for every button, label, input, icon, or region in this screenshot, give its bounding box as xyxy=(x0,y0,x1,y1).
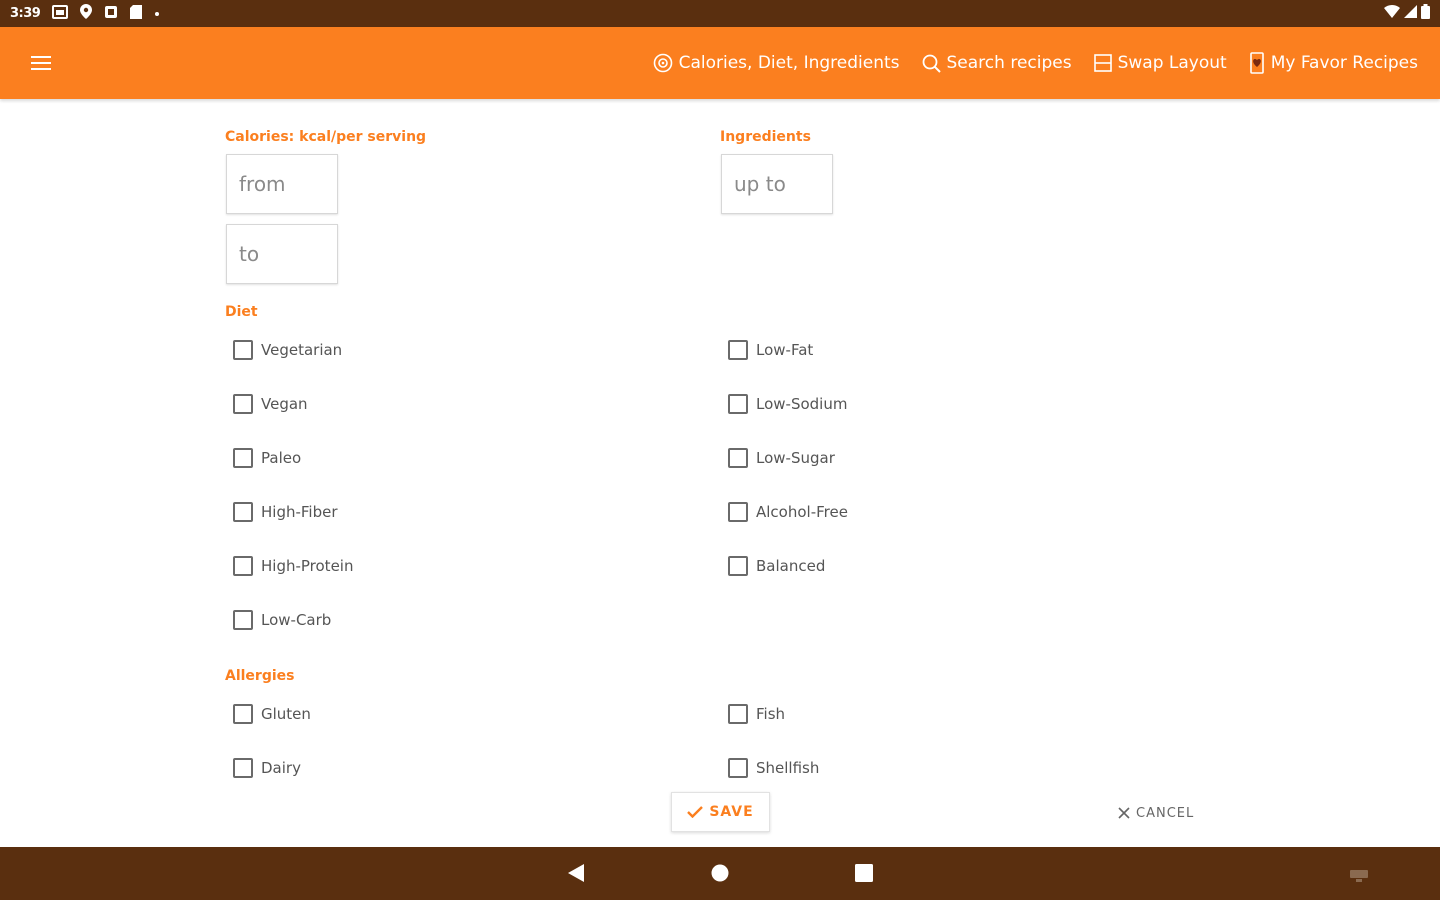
search-recipes-button[interactable]: Search recipes xyxy=(922,53,1072,73)
close-icon xyxy=(1118,807,1130,819)
ingredients-label: Ingredients xyxy=(720,129,811,145)
diet-checkbox-low-sugar[interactable]: Low-Sugar xyxy=(728,446,835,470)
home-circle-icon xyxy=(711,864,729,882)
checkbox-icon xyxy=(233,758,253,778)
diet-checkbox-low-sodium[interactable]: Low-Sodium xyxy=(728,392,847,416)
checkbox-icon xyxy=(728,704,748,724)
status-time: 3:39 xyxy=(10,6,41,21)
favorite-icon xyxy=(1249,52,1264,74)
sd-card-icon xyxy=(130,4,143,23)
checkbox-label: Low-Fat xyxy=(756,341,814,359)
home-button[interactable] xyxy=(711,864,729,886)
back-triangle-icon xyxy=(568,864,584,882)
keyboard-button[interactable] xyxy=(1350,867,1368,886)
my-favor-recipes-button[interactable]: My Favor Recipes xyxy=(1249,52,1418,74)
location-icon xyxy=(80,4,93,23)
save-button[interactable]: SAVE xyxy=(671,792,770,832)
checkbox-icon xyxy=(233,610,253,630)
hamburger-menu-icon xyxy=(31,52,51,74)
app-bar-actions: Calories, Diet, Ingredients Search recip… xyxy=(653,52,1418,74)
battery-icon xyxy=(1421,4,1430,23)
notification-box-icon xyxy=(104,5,118,23)
allergies-label: Allergies xyxy=(225,668,295,684)
diet-checkbox-high-fiber[interactable]: High-Fiber xyxy=(233,500,338,524)
my-favor-recipes-label: My Favor Recipes xyxy=(1270,53,1418,73)
allergy-checkbox-dairy[interactable]: Dairy xyxy=(233,756,301,780)
diet-checkbox-alcohol-free[interactable]: Alcohol-Free xyxy=(728,500,848,524)
app-bar: Calories, Diet, Ingredients Search recip… xyxy=(0,27,1440,99)
gallery-notification-icon xyxy=(52,4,69,23)
checkbox-icon xyxy=(233,340,253,360)
checkbox-icon xyxy=(728,448,748,468)
checkbox-icon xyxy=(233,502,253,522)
checkbox-icon xyxy=(233,556,253,576)
checkbox-label: Low-Sodium xyxy=(756,395,848,413)
checkbox-label: Vegan xyxy=(261,395,308,413)
calories-to-input[interactable] xyxy=(226,224,338,284)
diet-checkbox-low-fat[interactable]: Low-Fat xyxy=(728,338,813,362)
wifi-icon xyxy=(1384,5,1400,22)
checkbox-label: High-Fiber xyxy=(261,503,338,521)
checkbox-icon xyxy=(233,448,253,468)
status-bar: 3:39 xyxy=(0,0,1440,27)
recents-button[interactable] xyxy=(855,864,873,886)
checkbox-icon xyxy=(728,340,748,360)
checkbox-label: High-Protein xyxy=(261,557,354,575)
diet-checkbox-high-protein[interactable]: High-Protein xyxy=(233,554,353,578)
calories-from-input[interactable] xyxy=(226,154,338,214)
checkbox-label: Balanced xyxy=(756,557,826,575)
checkbox-label: Low-Sugar xyxy=(756,449,835,467)
navigation-bar xyxy=(0,847,1440,900)
checkbox-icon xyxy=(728,394,748,414)
checkbox-icon xyxy=(233,704,253,724)
swap-layout-label: Swap Layout xyxy=(1117,53,1227,73)
search-recipes-label: Search recipes xyxy=(946,53,1072,73)
checkbox-label: Dairy xyxy=(261,759,301,777)
allergy-checkbox-gluten[interactable]: Gluten xyxy=(233,702,311,726)
check-icon xyxy=(687,806,704,818)
checkbox-label: Gluten xyxy=(261,705,311,723)
checkbox-label: Fish xyxy=(756,705,786,723)
recents-square-icon xyxy=(855,864,873,882)
save-label: SAVE xyxy=(709,804,754,820)
checkbox-icon xyxy=(728,502,748,522)
swap-layout-button[interactable]: Swap Layout xyxy=(1093,53,1227,73)
dot-icon xyxy=(154,6,160,21)
checkbox-label: Alcohol-Free xyxy=(756,503,848,521)
cancel-label: CANCEL xyxy=(1136,805,1195,821)
cancel-button[interactable]: CANCEL xyxy=(1118,799,1194,827)
checkbox-icon xyxy=(233,394,253,414)
checkbox-icon xyxy=(728,758,748,778)
checkbox-icon xyxy=(728,556,748,576)
allergy-checkbox-shellfish[interactable]: Shellfish xyxy=(728,756,819,780)
menu-button[interactable] xyxy=(0,27,82,99)
checkbox-label: Paleo xyxy=(261,449,302,467)
checkbox-label: Low-Carb xyxy=(261,611,332,629)
calories-label: Calories: kcal/per serving xyxy=(225,129,427,145)
swap-layout-icon xyxy=(1093,54,1112,72)
target-icon xyxy=(653,53,672,73)
calories-diet-ingredients-button[interactable]: Calories, Diet, Ingredients xyxy=(653,53,900,73)
checkbox-label: Vegetarian xyxy=(261,341,343,359)
ingredients-up-to-input[interactable] xyxy=(721,154,833,214)
allergy-checkbox-fish[interactable]: Fish xyxy=(728,702,785,726)
signal-icon xyxy=(1404,5,1417,22)
diet-label: Diet xyxy=(225,304,258,320)
checkbox-label: Shellfish xyxy=(756,759,820,777)
diet-checkbox-low-carb[interactable]: Low-Carb xyxy=(233,608,331,632)
back-button[interactable] xyxy=(566,863,586,887)
diet-checkbox-vegan[interactable]: Vegan xyxy=(233,392,308,416)
search-icon xyxy=(922,54,941,73)
calories-diet-ingredients-label: Calories, Diet, Ingredients xyxy=(678,53,900,73)
diet-checkbox-vegetarian[interactable]: Vegetarian xyxy=(233,338,342,362)
keyboard-icon xyxy=(1350,870,1368,882)
diet-checkbox-balanced[interactable]: Balanced xyxy=(728,554,825,578)
diet-checkbox-paleo[interactable]: Paleo xyxy=(233,446,301,470)
